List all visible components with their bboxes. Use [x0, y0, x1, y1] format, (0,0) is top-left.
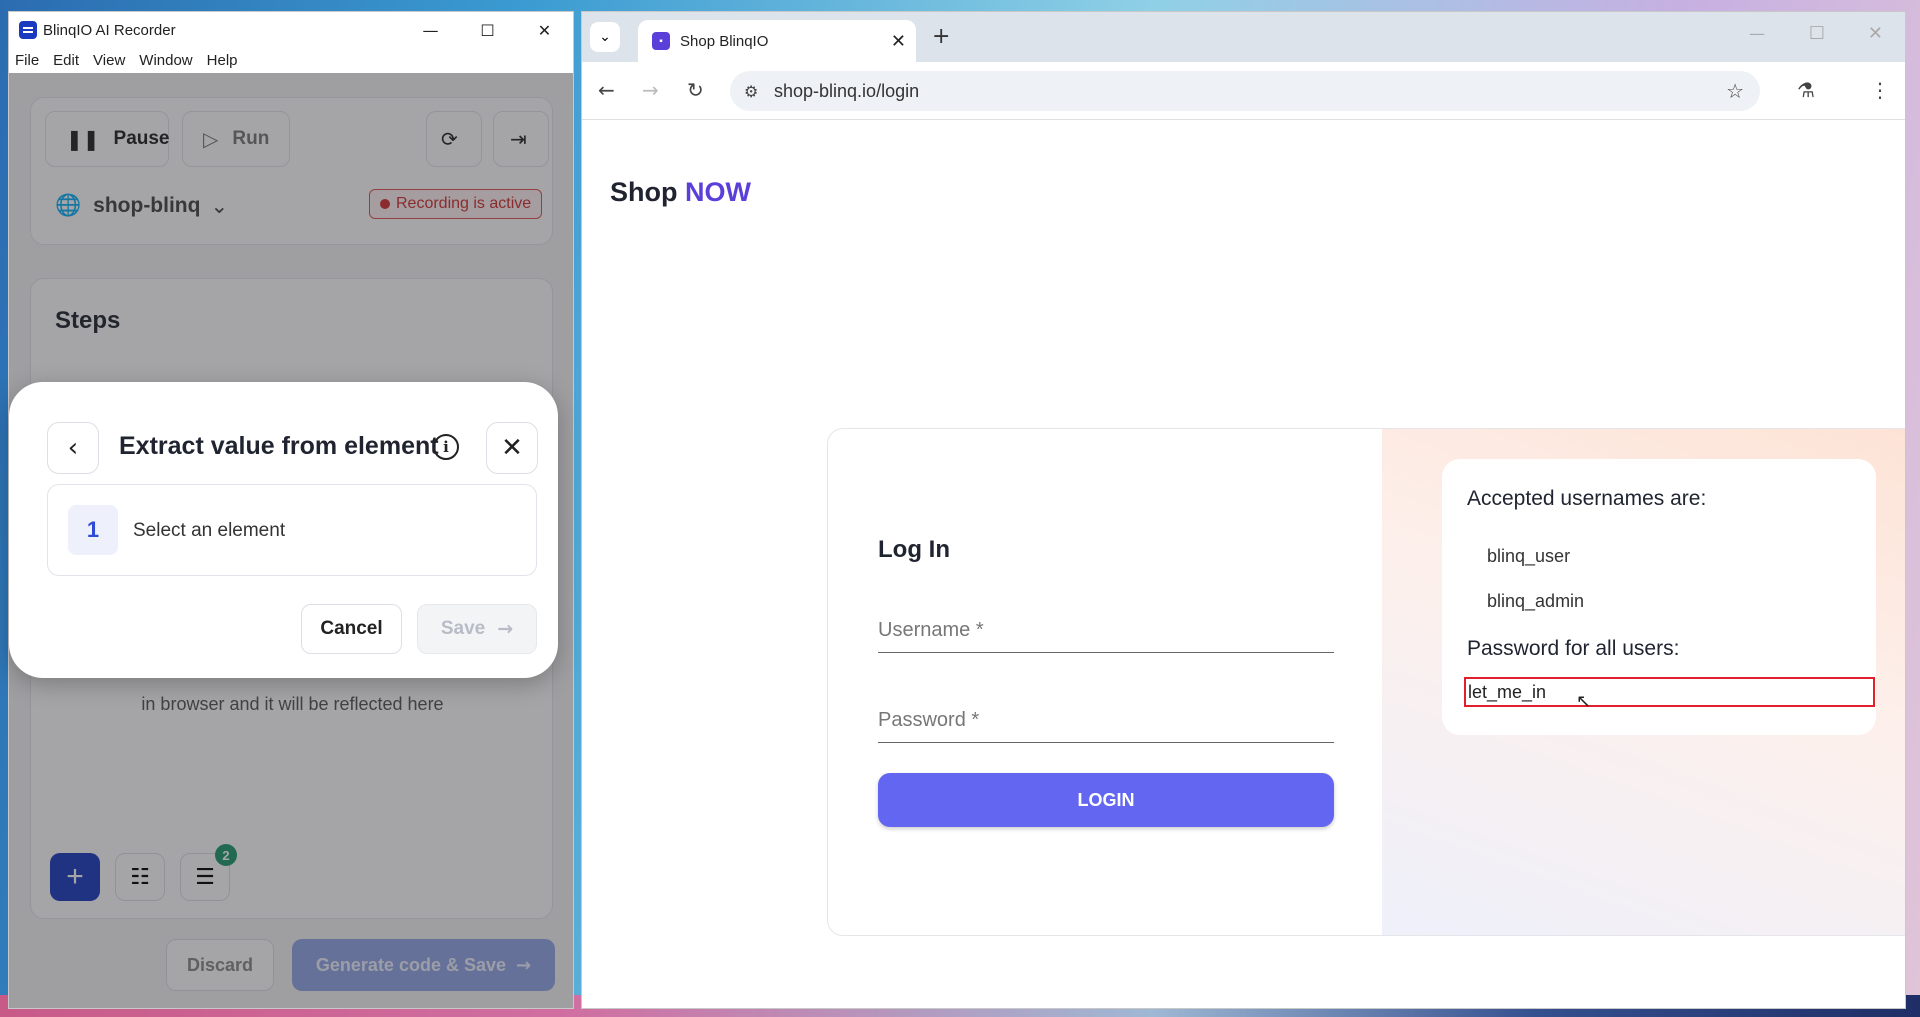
cancel-button[interactable]: Cancel — [301, 604, 402, 654]
bookmark-star-icon[interactable]: ☆ — [1726, 79, 1744, 103]
mouse-cursor-icon: ↖ — [1576, 691, 1592, 712]
close-icon[interactable]: ✕ — [1868, 23, 1883, 44]
address-bar[interactable]: ⚙ shop-blinq.io/login ☆ — [730, 71, 1760, 111]
arrow-right-icon: → — [497, 618, 514, 640]
menu-window[interactable]: Window — [139, 52, 192, 69]
step-number: 1 — [68, 505, 118, 555]
tab-close-icon[interactable]: ✕ — [891, 31, 906, 52]
close-icon[interactable]: ✕ — [516, 12, 573, 48]
credentials-card: Accepted usernames are: blinq_user blinq… — [1442, 459, 1876, 735]
login-title: Log In — [878, 536, 950, 563]
new-tab-icon[interactable]: + — [932, 24, 950, 49]
browser-toolbar: ← → ↻ ⚙ shop-blinq.io/login ☆ ⚗ ⋮ — [582, 62, 1905, 120]
forward-arrow-icon[interactable]: → — [642, 78, 659, 102]
username-placeholder: Username * — [878, 619, 984, 641]
labs-flask-icon[interactable]: ⚗ — [1797, 78, 1815, 102]
password-value-highlight[interactable]: let_me_in ↖ — [1464, 677, 1875, 712]
tab-search-button[interactable]: ⌄ — [590, 22, 620, 52]
url-text: shop-blinq.io/login — [774, 80, 920, 101]
logo-shop: Shop — [610, 177, 678, 207]
info-icon[interactable]: i — [433, 434, 459, 460]
tab-strip: ⌄ ▪ Shop BlinqIO ✕ + — ☐ ✕ — [582, 12, 1905, 62]
logo-now: NOW — [685, 177, 751, 207]
menu-edit[interactable]: Edit — [53, 52, 79, 69]
maximize-icon[interactable]: ☐ — [1809, 23, 1825, 44]
reload-icon[interactable]: ↻ — [687, 78, 704, 102]
login-card: Log In Username * Password * LOGIN Accep… — [827, 428, 1905, 936]
site-info-icon[interactable]: ⚙ — [744, 82, 758, 101]
shop-now-logo[interactable]: Shop NOW — [610, 177, 751, 208]
tab-shop-blinqio[interactable]: ▪ Shop BlinqIO ✕ — [638, 20, 916, 62]
menu-view[interactable]: View — [93, 52, 125, 69]
close-modal-button[interactable]: ✕ — [486, 422, 538, 474]
recorder-titlebar: BlinqIO AI Recorder — ☐ ✕ — [9, 12, 573, 48]
login-button[interactable]: LOGIN — [878, 773, 1334, 827]
back-arrow-icon[interactable]: ← — [598, 78, 615, 102]
password-heading: Password for all users: — [1467, 637, 1680, 660]
password-field[interactable]: Password * — [878, 705, 1334, 743]
password-placeholder: Password * — [878, 709, 980, 731]
username-item: blinq_user — [1487, 546, 1571, 566]
minimize-icon[interactable]: — — [402, 12, 459, 48]
username-item: blinq_admin — [1487, 591, 1585, 611]
maximize-icon[interactable]: ☐ — [459, 12, 516, 48]
save-button[interactable]: Save → — [417, 604, 537, 654]
username-field[interactable]: Username * — [878, 615, 1334, 653]
modal-title: Extract value from element — [119, 432, 439, 460]
chevron-left-icon: ‹ — [67, 433, 79, 463]
recorder-menubar: File Edit View Window Help — [9, 48, 573, 72]
blinqio-app-icon — [19, 21, 37, 39]
password-value: let_me_in — [1468, 682, 1547, 702]
shop-favicon: ▪ — [652, 32, 670, 50]
close-icon: ✕ — [501, 433, 523, 463]
minimize-icon[interactable]: — — [1749, 24, 1765, 43]
credentials-panel: Accepted usernames are: blinq_user blinq… — [1382, 429, 1905, 935]
browser-window: ⌄ ▪ Shop BlinqIO ✕ + — ☐ ✕ ← → ↻ ⚙ shop-… — [581, 11, 1906, 1009]
accepted-usernames-heading: Accepted usernames are: — [1467, 487, 1707, 510]
save-label: Save — [440, 618, 486, 639]
step-label: Select an element — [133, 520, 286, 541]
chevron-down-icon: ⌄ — [599, 29, 611, 45]
extract-value-modal: ‹ Extract value from element i ✕ 1 Selec… — [9, 382, 558, 678]
menu-file[interactable]: File — [15, 52, 39, 69]
menu-kebab-icon[interactable]: ⋮ — [1870, 78, 1890, 102]
tab-title: Shop BlinqIO — [680, 32, 769, 50]
menu-help[interactable]: Help — [207, 52, 238, 69]
recorder-title: BlinqIO AI Recorder — [43, 21, 176, 39]
back-button[interactable]: ‹ — [47, 422, 99, 474]
select-element-step[interactable]: 1 Select an element — [47, 484, 537, 576]
